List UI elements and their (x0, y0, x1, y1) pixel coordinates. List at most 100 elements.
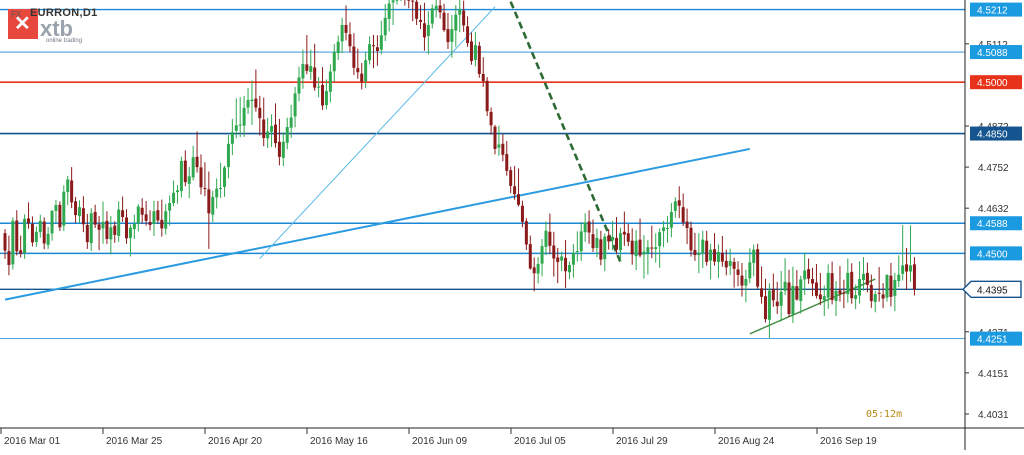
candle-body-98 (387, 3, 391, 19)
candle-64 (254, 69, 258, 112)
candles (3, 0, 916, 338)
candle-94 (371, 34, 375, 69)
candle-body-104 (411, 0, 415, 2)
candle-body-154 (607, 235, 611, 242)
candle-body-201 (791, 285, 795, 315)
candle-body-177 (697, 252, 701, 256)
candle-body-57 (226, 143, 230, 168)
candle-body-114 (450, 29, 454, 42)
candle-body-183 (720, 252, 724, 262)
candle-87 (344, 5, 348, 41)
candlestick-chart: 4.51124.48724.47524.46324.42714.41514.40… (0, 0, 1024, 450)
candle-17 (70, 167, 74, 209)
candle-173 (681, 193, 685, 226)
candle-body-40 (160, 219, 164, 229)
candle-127 (501, 134, 505, 162)
candle-140 (552, 231, 556, 277)
candle-body-139 (548, 231, 552, 246)
candle-body-130 (513, 186, 517, 195)
candle-body-193 (760, 288, 764, 297)
candle-24 (97, 216, 101, 251)
candle-body-232 (912, 264, 916, 290)
candle-body-73 (289, 117, 293, 128)
candle-body-75 (297, 77, 301, 94)
candle-body-46 (183, 160, 187, 183)
candle-60 (238, 97, 242, 138)
candle-body-161 (634, 240, 638, 257)
candle-body-84 (332, 52, 336, 72)
candle-body-100 (395, 0, 399, 1)
time-label-6: 2016 Jul 29 (616, 436, 668, 447)
candle-13 (54, 199, 58, 223)
candle-body-25 (101, 221, 105, 229)
candle-16 (66, 175, 70, 206)
candle-15 (62, 185, 66, 232)
candle-47 (187, 167, 191, 199)
candle-body-12 (50, 210, 54, 234)
candle-body-77 (305, 64, 309, 71)
candle-57 (226, 134, 230, 179)
candle-164 (646, 240, 650, 275)
candle-body-230 (905, 264, 909, 272)
candle-115 (454, 5, 458, 47)
candle-body-93 (368, 44, 372, 61)
candle-18 (74, 196, 78, 223)
candle-28 (113, 221, 117, 243)
candle-body-71 (281, 141, 285, 158)
candle-104 (411, 0, 415, 22)
candle-88 (348, 22, 352, 53)
candle-216 (850, 263, 854, 304)
candle-12 (50, 209, 54, 241)
candle-44 (175, 185, 179, 204)
candle-117 (462, 0, 466, 32)
candle-body-86 (340, 24, 344, 42)
candle-11 (46, 227, 50, 249)
candle-126 (497, 125, 501, 156)
candle-body-83 (328, 71, 332, 92)
candle-body-23 (93, 211, 97, 225)
candle-180 (709, 243, 713, 280)
candle-62 (246, 87, 250, 115)
candle-body-1 (7, 250, 11, 266)
candle-body-124 (489, 111, 493, 126)
level-label-text-5: 4.4500 (977, 249, 1008, 260)
candle-body-65 (258, 107, 262, 119)
candle-124 (489, 107, 493, 135)
candle-body-191 (752, 249, 756, 263)
candle-82 (324, 79, 328, 110)
candle-159 (626, 223, 630, 247)
candle-112 (442, 3, 446, 32)
candle-body-117 (462, 10, 466, 26)
candle-body-13 (54, 205, 58, 211)
candle-body-229 (901, 265, 905, 274)
time-label-1: 2016 Mar 25 (106, 436, 163, 447)
candle-body-142 (560, 256, 564, 261)
candle-body-55 (219, 187, 223, 189)
candle-23 (93, 204, 97, 229)
candle-61 (242, 95, 246, 137)
candle-128 (505, 141, 509, 176)
candle-body-195 (767, 290, 771, 320)
candle-body-144 (567, 265, 571, 273)
candle-133 (524, 218, 528, 250)
candle-26 (105, 211, 109, 245)
candle-96 (379, 20, 383, 55)
candle-body-205 (807, 269, 811, 279)
candle-188 (740, 262, 744, 297)
candle-body-42 (168, 203, 172, 211)
candle-169 (665, 216, 669, 243)
candle-body-63 (250, 99, 254, 102)
candle-143 (564, 240, 568, 288)
candle-body-39 (156, 210, 160, 221)
candle-body-2 (11, 220, 15, 265)
candle-body-72 (285, 127, 289, 143)
trendline-thick-0 (4, 147, 750, 301)
candle-body-3 (15, 220, 19, 252)
candle-48 (191, 145, 195, 181)
candle-212 (834, 281, 838, 317)
level-label-text-1: 4.5088 (977, 48, 1008, 59)
candle-162 (638, 218, 642, 258)
candle-body-94 (371, 45, 375, 47)
candle-215 (846, 258, 850, 303)
candle-body-36 (144, 214, 148, 221)
